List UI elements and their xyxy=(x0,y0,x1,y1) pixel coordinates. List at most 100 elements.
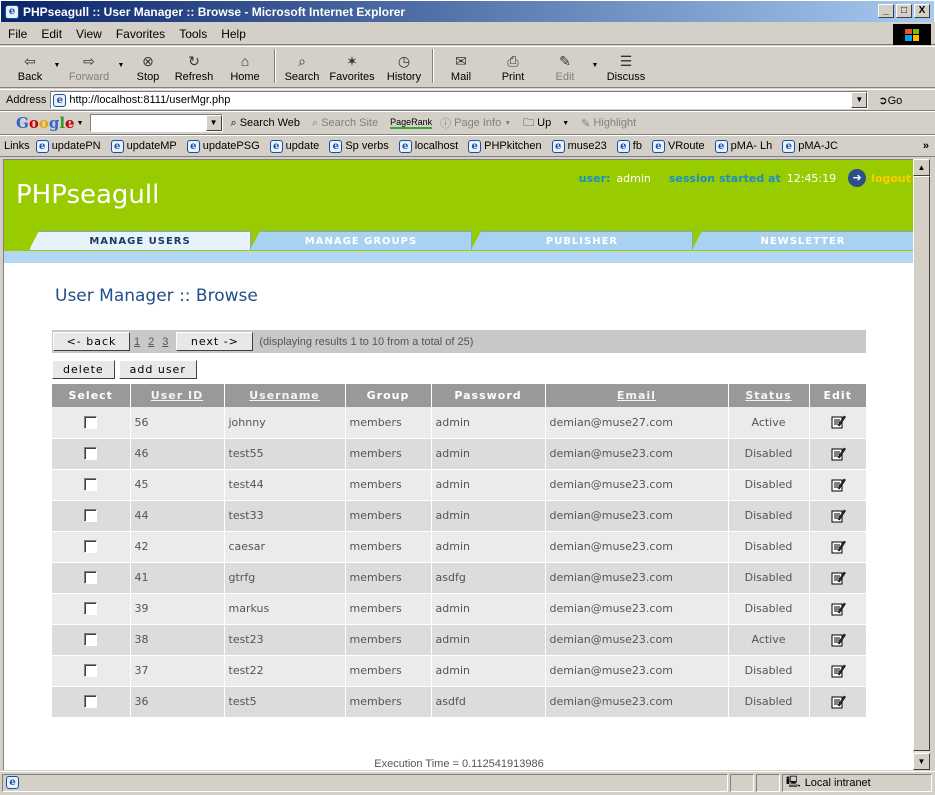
mail-button[interactable]: ✉ Mail xyxy=(438,47,484,87)
google-menu-dropdown-icon[interactable]: ▼ xyxy=(77,120,84,127)
row-checkbox[interactable] xyxy=(84,540,98,554)
up-button[interactable]: 🗀 Up ▼ xyxy=(523,114,569,133)
edit-icon[interactable] xyxy=(830,632,846,648)
edit-icon[interactable] xyxy=(830,414,846,430)
header-user-id[interactable]: User ID xyxy=(130,384,225,407)
history-button[interactable]: ◷ History xyxy=(380,47,428,87)
link-fb[interactable]: e fb xyxy=(616,139,642,153)
edit-icon[interactable] xyxy=(830,477,846,493)
window-titlebar[interactable]: e PHPseagull :: User Manager :: Browse -… xyxy=(0,0,935,22)
next-page-button[interactable]: next -> xyxy=(176,332,254,351)
forward-dropdown-icon[interactable]: ▼ xyxy=(114,62,128,69)
link-pma-jc[interactable]: e pMA-JC xyxy=(782,139,838,153)
row-checkbox[interactable] xyxy=(84,664,98,678)
row-checkbox[interactable] xyxy=(84,571,98,585)
back-button[interactable]: ⇦ Back xyxy=(10,47,50,87)
edit-icon[interactable] xyxy=(830,694,846,710)
search-web-button[interactable]: ⌕ Search Web xyxy=(231,117,301,130)
links-more-chevron-icon[interactable]: » xyxy=(923,140,929,152)
status-cell: Active xyxy=(728,407,810,439)
google-search-dropdown-icon[interactable]: ▼ xyxy=(205,115,222,131)
site-logo[interactable]: PHPseagull xyxy=(16,180,159,210)
go-button[interactable]: ➲Go xyxy=(878,94,902,107)
home-button[interactable]: ⌂ Home xyxy=(220,47,270,87)
header-email[interactable]: Email xyxy=(545,384,729,407)
edit-icon[interactable] xyxy=(830,601,846,617)
link-vroute[interactable]: e VRoute xyxy=(651,139,705,153)
scroll-up-icon[interactable]: ▲ xyxy=(913,159,930,176)
history-icon: ◷ xyxy=(397,53,411,69)
forward-button[interactable]: ⇨ Forward xyxy=(64,47,114,87)
link-localhost[interactable]: e localhost xyxy=(398,139,458,153)
page-link-1[interactable]: 1 xyxy=(134,336,140,348)
link-sp-verbs[interactable]: e Sp verbs xyxy=(329,139,389,153)
logout-arrow-icon[interactable]: ➜ xyxy=(848,169,867,187)
vertical-scrollbar[interactable]: ▲ ▼ xyxy=(913,159,930,770)
menu-edit[interactable]: Edit xyxy=(41,27,62,41)
edit-button[interactable]: ✎ Edit xyxy=(542,47,588,87)
tab-manage-users[interactable]: MANAGE USERS xyxy=(29,231,251,250)
favorites-button[interactable]: ✶ Favorites xyxy=(324,47,380,87)
row-checkbox[interactable] xyxy=(84,633,98,647)
maximize-button[interactable]: □ xyxy=(896,4,912,18)
edit-icon[interactable] xyxy=(830,663,846,679)
edit-icon[interactable] xyxy=(830,539,846,555)
page-link-3[interactable]: 3 xyxy=(162,336,168,348)
forward-label: Forward xyxy=(68,71,110,83)
row-checkbox[interactable] xyxy=(84,478,98,492)
edit-dropdown-icon[interactable]: ▼ xyxy=(588,62,602,69)
tab-newsletter[interactable]: NEWSLETTER xyxy=(692,231,913,250)
group-cell: members xyxy=(345,593,432,625)
minimize-button[interactable]: _ xyxy=(878,4,894,18)
link-updatemp[interactable]: e updateMP xyxy=(110,139,177,153)
scroll-thumb[interactable] xyxy=(913,176,930,751)
menu-view[interactable]: View xyxy=(76,27,102,41)
add-user-button[interactable]: add user xyxy=(118,360,197,379)
google-logo[interactable]: Google xyxy=(16,114,75,132)
scroll-down-icon[interactable]: ▼ xyxy=(913,753,930,770)
refresh-button[interactable]: ↻ Refresh xyxy=(168,47,220,87)
header-username[interactable]: Username xyxy=(224,384,346,407)
back-dropdown-icon[interactable]: ▼ xyxy=(50,62,64,69)
link-phpkitchen[interactable]: e PHPkitchen xyxy=(468,139,542,153)
close-button[interactable]: X xyxy=(914,4,930,18)
address-dropdown-icon[interactable]: ▼ xyxy=(851,92,868,108)
address-input[interactable]: e http://localhost:8111/userMgr.php ▼ xyxy=(50,91,869,109)
back-page-button[interactable]: <- back xyxy=(53,332,130,351)
link-pma-lh[interactable]: e pMA- Lh xyxy=(714,139,772,153)
edit-icon[interactable] xyxy=(830,446,846,462)
link-muse23[interactable]: e muse23 xyxy=(551,139,607,153)
row-checkbox[interactable] xyxy=(84,416,98,429)
search-site-button[interactable]: ⌕ Search Site xyxy=(312,117,378,130)
menu-file[interactable]: File xyxy=(8,27,27,41)
edit-icon[interactable] xyxy=(830,570,846,586)
row-checkbox[interactable] xyxy=(84,447,98,461)
discuss-label: Discuss xyxy=(606,71,646,83)
row-checkbox[interactable] xyxy=(84,509,98,523)
link-updatepsg[interactable]: e updatePSG xyxy=(186,139,260,153)
menu-tools[interactable]: Tools xyxy=(179,27,207,41)
select-cell xyxy=(52,562,131,594)
print-button[interactable]: ⎙ Print xyxy=(484,47,542,87)
stop-button[interactable]: ⊗ Stop xyxy=(128,47,168,87)
page-link-2[interactable]: 2 xyxy=(148,336,154,348)
link-updatepn[interactable]: e updatePN xyxy=(35,139,101,153)
logout-link[interactable]: logout xyxy=(871,172,911,185)
tab-publisher[interactable]: PUBLISHER xyxy=(471,231,693,250)
menu-help[interactable]: Help xyxy=(221,27,246,41)
edit-icon[interactable] xyxy=(830,508,846,524)
user-id-cell: 36 xyxy=(130,686,225,718)
username-cell: markus xyxy=(224,593,346,625)
page-info-button[interactable]: ⓘ Page Info ▼ xyxy=(440,115,511,131)
row-checkbox[interactable] xyxy=(84,695,98,709)
search-button[interactable]: ⌕ Search xyxy=(280,47,324,87)
header-status[interactable]: Status xyxy=(728,384,810,407)
google-search-input[interactable]: ▼ xyxy=(89,114,223,132)
tab-manage-groups[interactable]: MANAGE GROUPS xyxy=(250,231,472,250)
row-checkbox[interactable] xyxy=(84,602,98,616)
highlight-button[interactable]: ✎ Highlight xyxy=(581,117,636,130)
link-update[interactable]: e update xyxy=(269,139,319,153)
menu-favorites[interactable]: Favorites xyxy=(116,27,165,41)
delete-button[interactable]: delete xyxy=(52,360,115,379)
discuss-button[interactable]: ☰ Discuss xyxy=(602,47,650,87)
